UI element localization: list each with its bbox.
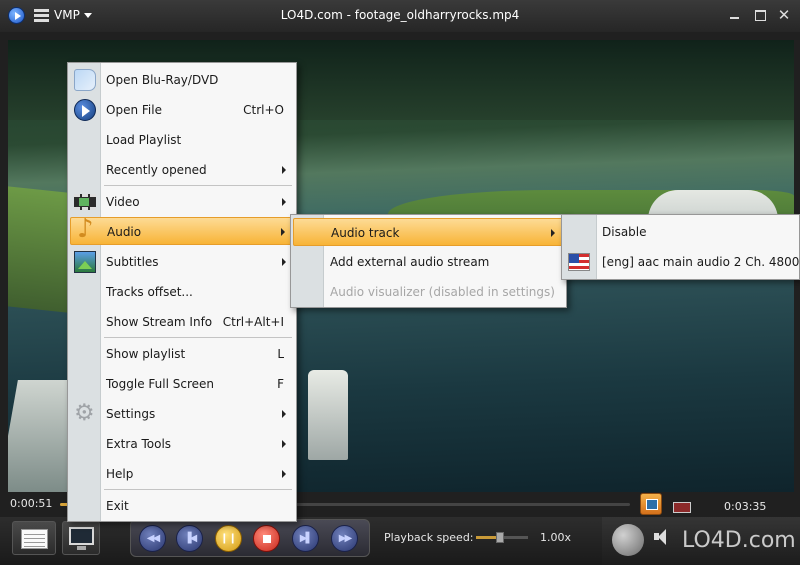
menu-item-audio[interactable]: Audio xyxy=(70,215,294,245)
transport-controls: ◀◀ ▐◀ ❙❙ ▶▌ ▶▶ xyxy=(130,519,370,557)
film-icon xyxy=(74,194,96,210)
playlist-icon xyxy=(21,529,48,549)
submenu-arrow-icon xyxy=(281,228,285,236)
menu-separator xyxy=(104,337,292,338)
slider-handle[interactable] xyxy=(496,532,504,543)
menu-separator xyxy=(104,489,292,490)
shortcut-label: L xyxy=(277,347,284,361)
main-context-menu: Open Blu-Ray/DVD Open File Ctrl+O Load P… xyxy=(67,62,297,522)
fast-forward-button[interactable]: ▶▶ xyxy=(331,525,358,552)
submenu-arrow-icon xyxy=(551,229,555,237)
globe-icon xyxy=(612,524,644,556)
playlist-button[interactable] xyxy=(12,521,56,555)
close-button[interactable]: ✕ xyxy=(775,6,793,24)
menu-item-extra-tools[interactable]: Extra Tools xyxy=(70,430,294,458)
stop-button[interactable] xyxy=(253,525,280,552)
menu-item-load-playlist[interactable]: Load Playlist xyxy=(70,126,294,154)
playback-speed-slider[interactable] xyxy=(476,532,528,543)
previous-button[interactable]: ▐◀ xyxy=(176,525,203,552)
pause-button[interactable]: ❙❙ xyxy=(215,525,242,552)
next-button[interactable]: ▶▌ xyxy=(292,525,319,552)
menu-item-add-external-audio[interactable]: Add external audio stream xyxy=(293,248,564,276)
menu-item-open-file[interactable]: Open File Ctrl+O xyxy=(70,96,294,124)
submenu-arrow-icon xyxy=(282,440,286,448)
playback-speed-label: Playback speed: xyxy=(384,531,474,544)
fullscreen-button[interactable] xyxy=(62,521,100,555)
menu-item-audio-track-eng[interactable]: [eng] aac main audio 2 Ch. 48000Hz , 3 xyxy=(564,248,800,276)
menu-item-toggle-full-screen[interactable]: Toggle Full Screen F xyxy=(70,370,294,398)
picture-icon xyxy=(74,251,96,273)
menu-item-show-playlist[interactable]: Show playlist L xyxy=(70,340,294,368)
menu-item-audio-visualizer: Audio visualizer (disabled in settings) xyxy=(330,285,555,299)
total-time: 0:03:35 xyxy=(724,500,767,513)
open-file-icon xyxy=(74,99,96,121)
audio-output-icon[interactable] xyxy=(670,495,692,513)
shortcut-label: F xyxy=(277,377,284,391)
watermark-logo: LO4D.com xyxy=(612,522,796,560)
audio-submenu: Audio track Add external audio stream Au… xyxy=(290,214,567,308)
shortcut-label: Ctrl+O xyxy=(243,103,284,117)
disc-icon xyxy=(74,69,96,91)
audio-track-submenu: Disable [eng] aac main audio 2 Ch. 48000… xyxy=(561,214,800,280)
submenu-arrow-icon xyxy=(282,410,286,418)
menu-item-show-stream-info[interactable]: Show Stream Info Ctrl+Alt+I xyxy=(70,308,294,336)
menu-item-exit[interactable]: Exit xyxy=(70,492,294,520)
menu-item-video[interactable]: Video xyxy=(70,188,294,216)
submenu-arrow-icon xyxy=(282,258,286,266)
menu-item-tracks-offset[interactable]: Tracks offset... xyxy=(70,278,294,306)
menu-item-disable-audio[interactable]: Disable xyxy=(564,218,800,246)
menu-item-recently-opened[interactable]: Recently opened xyxy=(70,156,294,184)
player-window: VMP LO4D.com - footage_oldharryrocks.mp4… xyxy=(0,0,800,565)
submenu-arrow-icon xyxy=(282,166,286,174)
shortcut-label: Ctrl+Alt+I xyxy=(222,315,284,329)
current-time: 0:00:51 xyxy=(10,497,53,510)
submenu-arrow-icon xyxy=(282,470,286,478)
speaker-icon[interactable] xyxy=(654,529,666,545)
menu-item-help[interactable]: Help xyxy=(70,460,294,488)
menu-item-open-bluray[interactable]: Open Blu-Ray/DVD xyxy=(70,66,294,94)
minimize-button[interactable] xyxy=(726,6,744,24)
menu-item-audio-track[interactable]: Audio track xyxy=(293,218,564,246)
monitor-icon xyxy=(69,527,94,545)
us-flag-icon xyxy=(568,253,590,271)
gear-icon xyxy=(74,399,96,427)
window-title: LO4D.com - footage_oldharryrocks.mp4 xyxy=(280,8,520,22)
music-note-icon xyxy=(75,215,97,243)
menu-item-settings[interactable]: Settings xyxy=(70,399,294,428)
rewind-button[interactable]: ◀◀ xyxy=(139,525,166,552)
submenu-arrow-icon xyxy=(282,198,286,206)
maximize-button[interactable] xyxy=(751,6,769,24)
menu-separator xyxy=(104,185,292,186)
playback-speed-value: 1.00x xyxy=(540,531,572,544)
title-bar: VMP LO4D.com - footage_oldharryrocks.mp4… xyxy=(0,0,800,32)
subtitle-toggle-icon[interactable] xyxy=(640,493,662,515)
menu-item-subtitles[interactable]: Subtitles xyxy=(70,248,294,276)
